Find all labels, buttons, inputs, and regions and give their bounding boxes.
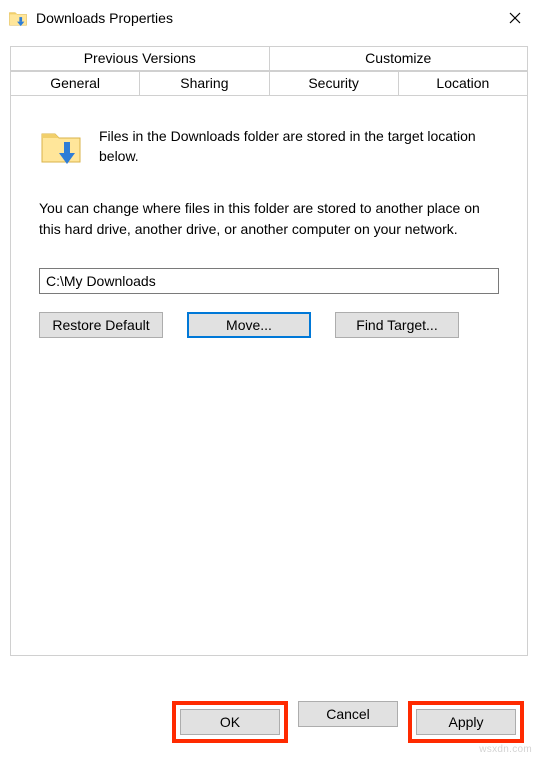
tab-general[interactable]: General [10,71,140,96]
ok-button[interactable]: OK [180,709,280,735]
tab-sharing[interactable]: Sharing [140,71,269,96]
location-path-input[interactable] [39,268,499,294]
window-title: Downloads Properties [36,10,173,26]
find-target-button[interactable]: Find Target... [335,312,459,338]
panel-header: Files in the Downloads folder are stored… [39,124,499,168]
tab-customize[interactable]: Customize [270,46,529,71]
restore-default-button[interactable]: Restore Default [39,312,163,338]
downloads-folder-icon [8,8,28,28]
tab-row-front: General Sharing Security Location [10,71,528,96]
watermark: wsxdn.com [479,744,532,755]
cancel-button[interactable]: Cancel [298,701,398,727]
close-button[interactable] [492,0,538,36]
tab-location[interactable]: Location [399,71,528,96]
title-bar: Downloads Properties [0,0,538,36]
location-help-text: You can change where files in this folde… [39,198,499,240]
tab-previous-versions[interactable]: Previous Versions [10,46,270,71]
apply-highlight: Apply [408,701,524,743]
tab-security[interactable]: Security [270,71,399,96]
downloads-folder-icon-large [39,124,83,168]
close-icon [509,12,521,24]
ok-highlight: OK [172,701,288,743]
tab-strip: Previous Versions Customize General Shar… [10,46,528,96]
tab-row-back: Previous Versions Customize [10,46,528,71]
move-button[interactable]: Move... [187,312,311,338]
apply-button[interactable]: Apply [416,709,516,735]
location-button-row: Restore Default Move... Find Target... [39,312,499,338]
dialog-footer: OK Cancel Apply [0,701,538,743]
properties-window: Downloads Properties Previous Versions C… [0,0,538,757]
location-description: Files in the Downloads folder are stored… [99,124,499,167]
location-panel: Files in the Downloads folder are stored… [10,96,528,656]
